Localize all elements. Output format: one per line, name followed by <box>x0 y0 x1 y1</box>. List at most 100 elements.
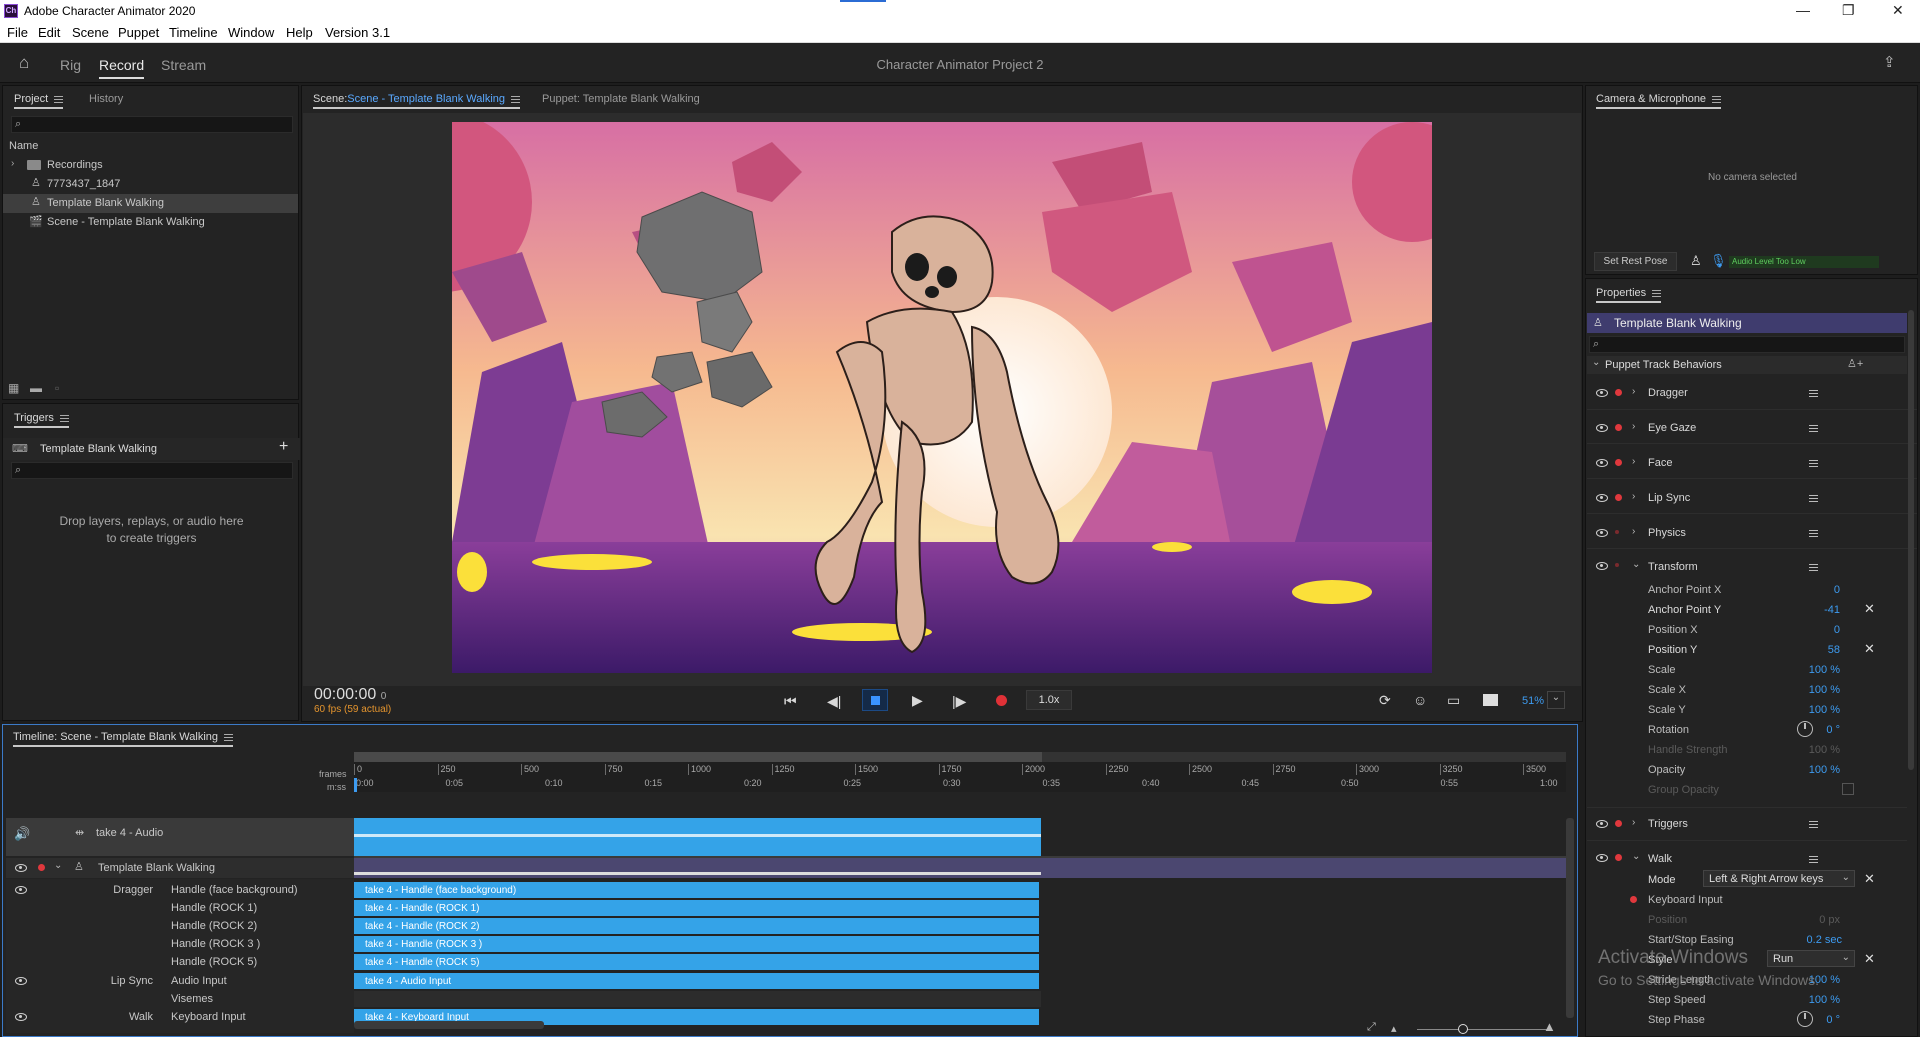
behavior-row-physics[interactable]: › Physics <box>1587 515 1917 549</box>
puppet-track-behaviors-header[interactable]: ⌄ Puppet Track Behaviors ♙+ <box>1587 356 1907 374</box>
record-arm-icon[interactable] <box>1615 563 1619 567</box>
take-clip[interactable]: take 4 - Handle (ROCK 3 ) <box>354 936 1039 953</box>
eye-icon[interactable] <box>15 886 27 894</box>
fit-icon[interactable]: ⤢ <box>1367 1021 1376 1034</box>
home-icon[interactable]: ⌂ <box>19 53 29 73</box>
zoom-out-icon[interactable]: ▴ <box>1391 1022 1397 1035</box>
eye-icon[interactable] <box>15 864 27 872</box>
behavior-row-dragger[interactable]: › Dragger <box>1587 376 1917 410</box>
play-icon[interactable]: ▶ <box>912 692 923 709</box>
menu-puppet[interactable]: Puppet <box>118 25 159 40</box>
behavior-menu-icon[interactable] <box>1809 390 1818 397</box>
speaker-icon[interactable]: 🔊 <box>14 826 30 842</box>
record-arm-icon[interactable] <box>1615 530 1619 534</box>
eye-icon[interactable] <box>1596 854 1608 862</box>
share-icon[interactable]: ⇪ <box>1883 53 1896 71</box>
timeline-ruler[interactable]: 0 250 500 750 1000 1250 1500 1750 2000 2250 2500 27… <box>354 752 1566 792</box>
take-clip[interactable]: take 4 - Handle (ROCK 5) <box>354 954 1039 971</box>
eye-icon[interactable] <box>1596 494 1608 502</box>
camera-toggle-icon[interactable]: ♙ <box>1690 253 1702 269</box>
walk-style-dropdown[interactable]: Run ⌄ <box>1767 950 1855 967</box>
param-value[interactable]: 100 % <box>1790 664 1840 676</box>
audio-clip[interactable] <box>354 818 1041 856</box>
audio-track-header[interactable]: 🔊 ⇹ take 4 - Audio <box>6 818 354 856</box>
chevron-right-icon[interactable]: › <box>1632 456 1635 467</box>
param-value[interactable]: 58 <box>1800 644 1840 656</box>
zoom-in-icon[interactable]: ▲ <box>1543 1019 1556 1034</box>
tree-item-puppet-2[interactable]: ♙ Template Blank Walking <box>3 194 298 213</box>
behavior-menu-icon[interactable] <box>1809 460 1818 467</box>
param-value[interactable]: 0 ° <box>1800 1014 1840 1026</box>
param-value[interactable]: 100 % <box>1790 704 1840 716</box>
menu-help[interactable]: Help <box>286 25 313 40</box>
reset-param-icon[interactable]: ✕ <box>1864 951 1875 967</box>
trigger-search-input[interactable]: ⌕ <box>11 462 293 479</box>
behavior-menu-icon[interactable] <box>1809 495 1818 502</box>
tab-puppet[interactable]: Puppet: Template Blank Walking <box>542 93 700 105</box>
chevron-down-icon[interactable]: ⌄ <box>1632 559 1640 570</box>
record-arm-icon[interactable] <box>1615 459 1622 466</box>
timeline-h-scrollbar[interactable] <box>354 1021 544 1029</box>
eye-icon[interactable] <box>1596 459 1608 467</box>
reset-param-icon[interactable]: ✕ <box>1864 601 1875 617</box>
menu-scene[interactable]: Scene <box>72 25 109 40</box>
eye-icon[interactable] <box>1596 424 1608 432</box>
slider-handle[interactable] <box>1458 1024 1468 1034</box>
maximize-icon[interactable]: ❐ <box>1842 2 1855 19</box>
trigger-puppet-row[interactable]: ⌨ Template Blank Walking + <box>3 438 300 460</box>
timeline-zoom-slider[interactable] <box>1417 1024 1547 1034</box>
record-arm-icon[interactable] <box>1615 820 1622 827</box>
timecode-display[interactable]: 00:00:00 0 <box>314 686 386 704</box>
set-rest-pose-button[interactable]: Set Rest Pose <box>1594 252 1677 271</box>
tree-item-scene[interactable]: 🎬 Scene - Template Blank Walking <box>3 213 298 232</box>
param-value[interactable]: 100 % <box>1790 764 1840 776</box>
behavior-menu-icon[interactable] <box>1809 856 1818 863</box>
add-behavior-icon[interactable]: ♙+ <box>1847 357 1863 370</box>
scene-canvas[interactable] <box>452 122 1432 673</box>
project-search-input[interactable]: ⌕ <box>11 116 293 133</box>
take-clip[interactable]: take 4 - Handle (ROCK 2) <box>354 918 1039 935</box>
tab-record[interactable]: Record <box>99 57 145 79</box>
behavior-menu-icon[interactable] <box>1809 821 1818 828</box>
behavior-row-eye-gaze[interactable]: › Eye Gaze <box>1587 410 1917 444</box>
chevron-right-icon[interactable]: › <box>11 158 14 169</box>
eye-icon[interactable] <box>1596 820 1608 828</box>
properties-search-input[interactable]: ⌕ <box>1589 336 1905 353</box>
chevron-down-icon[interactable]: ⌄ <box>54 860 62 871</box>
eye-icon[interactable] <box>1596 562 1608 570</box>
take-clip[interactable]: take 4 - Audio Input <box>354 972 1039 989</box>
tab-camera-microphone[interactable]: Camera & Microphone <box>1596 93 1722 109</box>
record-button[interactable] <box>996 695 1007 706</box>
param-value[interactable]: -41 <box>1800 604 1840 616</box>
minimize-icon[interactable]: — <box>1796 2 1810 18</box>
behavior-row-walk[interactable]: ⌄ Walk <box>1587 842 1907 872</box>
behavior-row-lip-sync[interactable]: › Lip Sync <box>1587 480 1917 514</box>
tab-history[interactable]: History <box>89 93 123 105</box>
playhead[interactable] <box>354 778 357 792</box>
menu-file[interactable]: File <box>7 25 28 40</box>
face-icon[interactable]: ☺ <box>1413 692 1427 708</box>
group-opacity-checkbox[interactable] <box>1842 783 1854 795</box>
tab-scene[interactable]: Scene:Scene - Template Blank Walking <box>313 93 520 109</box>
record-arm-icon[interactable] <box>1615 494 1622 501</box>
param-value[interactable]: 0 ° <box>1800 724 1840 736</box>
tree-item-recordings[interactable]: › Recordings <box>3 156 298 175</box>
chevron-right-icon[interactable]: › <box>1632 386 1635 397</box>
take-clip[interactable]: take 4 - Handle (face background) <box>354 882 1039 898</box>
tab-stream[interactable]: Stream <box>161 57 206 73</box>
record-arm-icon[interactable] <box>1630 896 1637 903</box>
close-icon[interactable]: ✕ <box>1892 2 1904 19</box>
chevron-down-icon[interactable]: ⌄ <box>1632 851 1640 862</box>
behavior-menu-icon[interactable] <box>1809 530 1818 537</box>
menu-window[interactable]: Window <box>228 25 274 40</box>
behavior-row-triggers[interactable]: › Triggers <box>1587 807 1907 841</box>
work-area-bar[interactable] <box>354 752 1042 762</box>
param-value[interactable]: 100 % <box>1790 994 1840 1006</box>
tab-timeline[interactable]: Timeline: Scene - Template Blank Walking <box>13 731 234 747</box>
delete-icon[interactable]: ▫ <box>55 381 59 395</box>
background-toggle-icon[interactable] <box>1483 694 1498 706</box>
param-value[interactable]: 100 % <box>1790 684 1840 696</box>
param-value[interactable]: 0.2 sec <box>1780 934 1842 946</box>
eye-icon[interactable] <box>15 977 27 985</box>
puppet-track-bar[interactable] <box>354 858 1566 878</box>
